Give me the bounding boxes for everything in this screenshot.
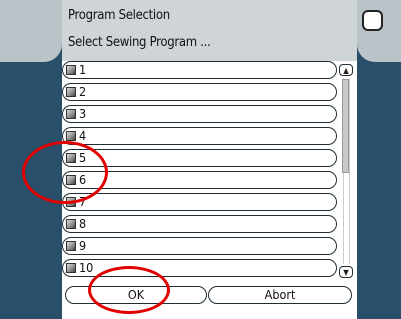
annotation-circle-items bbox=[22, 141, 108, 204]
program-item[interactable]: 8 bbox=[62, 215, 337, 233]
program-item[interactable]: 1 bbox=[62, 61, 337, 79]
checkbox-icon[interactable] bbox=[66, 131, 76, 141]
program-label: 3 bbox=[79, 106, 87, 121]
checkbox-icon[interactable] bbox=[66, 241, 76, 251]
chevron-down-icon[interactable]: ▼ bbox=[339, 266, 353, 278]
corner-checkbox-button[interactable] bbox=[362, 10, 383, 31]
program-item[interactable]: 4 bbox=[62, 127, 337, 145]
program-label: 4 bbox=[79, 128, 87, 143]
program-label: 8 bbox=[79, 216, 87, 231]
abort-button[interactable]: Abort bbox=[208, 286, 352, 304]
program-item[interactable]: 9 bbox=[62, 237, 337, 255]
checkbox-icon[interactable] bbox=[66, 65, 76, 75]
right-side-panel bbox=[357, 0, 401, 319]
checkbox-icon[interactable] bbox=[66, 263, 76, 273]
left-panel-top bbox=[0, 0, 62, 62]
program-item[interactable]: 3 bbox=[62, 105, 337, 123]
program-item[interactable]: 2 bbox=[62, 83, 337, 101]
program-label: 9 bbox=[79, 238, 87, 253]
scroll-thumb[interactable] bbox=[342, 79, 349, 173]
list-scrollbar[interactable]: ▲ ▼ bbox=[337, 61, 355, 279]
checkbox-icon[interactable] bbox=[66, 219, 76, 229]
program-label: 1 bbox=[79, 62, 87, 77]
dialog-title: Program Selection bbox=[68, 8, 170, 23]
program-label: 10 bbox=[79, 260, 94, 275]
annotation-circle-ok bbox=[88, 266, 170, 314]
dialog-header: Program Selection Select Sewing Program … bbox=[62, 0, 357, 61]
right-panel-top bbox=[357, 0, 401, 62]
checkbox-icon[interactable] bbox=[66, 87, 76, 97]
dialog-subtitle: Select Sewing Program ... bbox=[68, 35, 211, 50]
program-item[interactable]: 7 bbox=[62, 193, 337, 211]
program-label: 2 bbox=[79, 84, 87, 99]
chevron-up-icon[interactable]: ▲ bbox=[339, 64, 353, 76]
checkbox-icon[interactable] bbox=[66, 109, 76, 119]
